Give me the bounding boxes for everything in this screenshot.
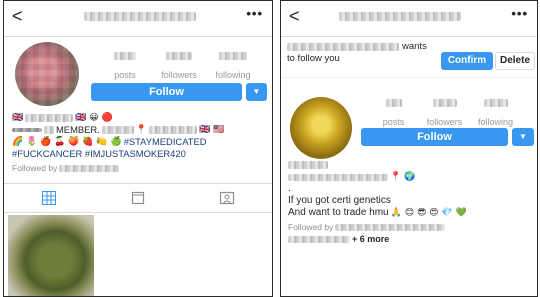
follow-button[interactable]: Follow — [361, 128, 508, 146]
follow-request-wants: wants — [402, 41, 427, 52]
stat-posts[interactable]: posts — [368, 99, 419, 127]
stat-followers-label: followers — [161, 70, 197, 80]
suggestions-dropdown-button[interactable]: ▼ — [512, 128, 534, 146]
username-title-redacted — [84, 12, 196, 21]
divider — [281, 77, 537, 78]
more-options-icon[interactable]: ••• — [246, 6, 263, 21]
followed-by-users-redacted-2[interactable] — [288, 235, 350, 243]
followed-by-label: Followed by — [12, 163, 58, 173]
confirm-button[interactable]: Confirm — [441, 52, 493, 70]
stat-following-count-redacted — [219, 52, 247, 60]
stat-followers[interactable]: followers — [419, 99, 470, 127]
bio-flags-b: 🇬🇧 😀 🔴 — [75, 113, 113, 123]
stat-following-label: following — [215, 70, 251, 80]
avatar — [15, 42, 79, 106]
stat-following[interactable]: following — [206, 52, 260, 80]
more-options-icon[interactable]: ••• — [511, 6, 528, 21]
delete-button[interactable]: Delete — [495, 52, 535, 70]
bio-flags-c: 🇬🇧 🇺🇸 — [198, 125, 225, 135]
grid-icon — [41, 191, 56, 205]
bio: 🇬🇧 🇬🇧 😀 🔴 MEMBER. 📍 🇬🇧 🇺🇸 🌈 🌷 🍎 🍒 🍑 🍓 🍋 … — [12, 112, 224, 174]
bio-line-2-emoji: 🙏 😊 😎 😍 💎 💚 — [390, 208, 467, 218]
hashtags-line[interactable]: #FUCKCANCER #IMJUSTASMOKER420 — [12, 148, 186, 160]
bio-name-redacted — [25, 114, 74, 122]
tab-tagged[interactable] — [183, 184, 272, 212]
stat-following-count-redacted — [483, 99, 508, 107]
list-icon — [131, 191, 145, 205]
followed-by-users-redacted[interactable] — [59, 164, 120, 172]
tagged-icon — [220, 191, 235, 205]
pin-icon: 📍 — [135, 125, 147, 135]
follow-button[interactable]: Follow — [91, 83, 242, 101]
bio-text-redacted — [288, 173, 388, 181]
bio-redacted-short — [44, 126, 54, 134]
bio: 📍 🌍 . If you got certi genetics And want… — [288, 159, 467, 245]
bio-flags-a: 🇬🇧 — [12, 113, 24, 123]
bio-text-redacted — [148, 126, 197, 134]
tab-grid[interactable] — [4, 184, 93, 212]
stat-posts-label: posts — [382, 117, 405, 127]
bio-dot: . — [288, 183, 291, 194]
bio-member-text: MEMBER. — [56, 124, 100, 135]
followed-by-users-redacted[interactable] — [335, 223, 446, 231]
followed-by-label: Followed by — [288, 222, 334, 232]
requester-name-redacted[interactable] — [287, 43, 399, 51]
bio-name-redacted — [288, 161, 328, 169]
stat-posts[interactable]: posts — [98, 52, 152, 80]
stat-followers[interactable]: followers — [152, 52, 206, 80]
suggestions-dropdown-button[interactable]: ▼ — [246, 83, 267, 101]
follow-request-text: wants to follow you — [287, 41, 427, 65]
bio-location-redacted — [101, 126, 134, 134]
stat-following-label: following — [477, 117, 514, 127]
bio-bar-redacted — [12, 128, 42, 132]
post-thumbnail[interactable] — [8, 215, 94, 296]
top-nav: < ••• — [281, 1, 537, 37]
username-title-redacted — [339, 12, 461, 21]
profile-stats: posts followers following — [98, 52, 260, 80]
stat-posts-count-redacted — [114, 52, 136, 60]
follow-request-line2: to follow you — [287, 53, 340, 64]
profile-panel-left: < ••• posts followers following Follow ▼… — [3, 0, 273, 297]
followed-by-more-link[interactable]: + 6 more — [352, 233, 389, 245]
bio-line-2: And want to trade hmu — [288, 207, 389, 218]
bio-emoji-row: 🌈 🌷 🍎 🍒 🍑 🍓 🍋 🍏 — [12, 137, 122, 147]
profile-tabs — [4, 183, 272, 213]
back-icon[interactable]: < — [12, 5, 23, 27]
stat-followers-count-redacted — [432, 99, 457, 107]
avatar — [290, 97, 352, 159]
back-icon[interactable]: < — [289, 5, 300, 27]
tab-list[interactable] — [93, 184, 182, 212]
bio-line-1: If you got certi genetics — [288, 195, 391, 206]
profile-stats: posts followers following — [368, 99, 521, 127]
pin-globe-icons: 📍 🌍 — [390, 172, 416, 182]
top-nav: < ••• — [4, 1, 272, 37]
stat-following[interactable]: following — [470, 99, 521, 127]
hashtag-staymedicated[interactable]: #STAYMEDICATED — [124, 136, 207, 148]
stat-followers-label: followers — [426, 117, 463, 127]
stat-posts-count-redacted — [385, 99, 402, 107]
profile-panel-right: < ••• wants to follow you Confirm Delete… — [280, 0, 538, 297]
stat-followers-count-redacted — [166, 52, 192, 60]
stat-posts-label: posts — [114, 70, 136, 80]
